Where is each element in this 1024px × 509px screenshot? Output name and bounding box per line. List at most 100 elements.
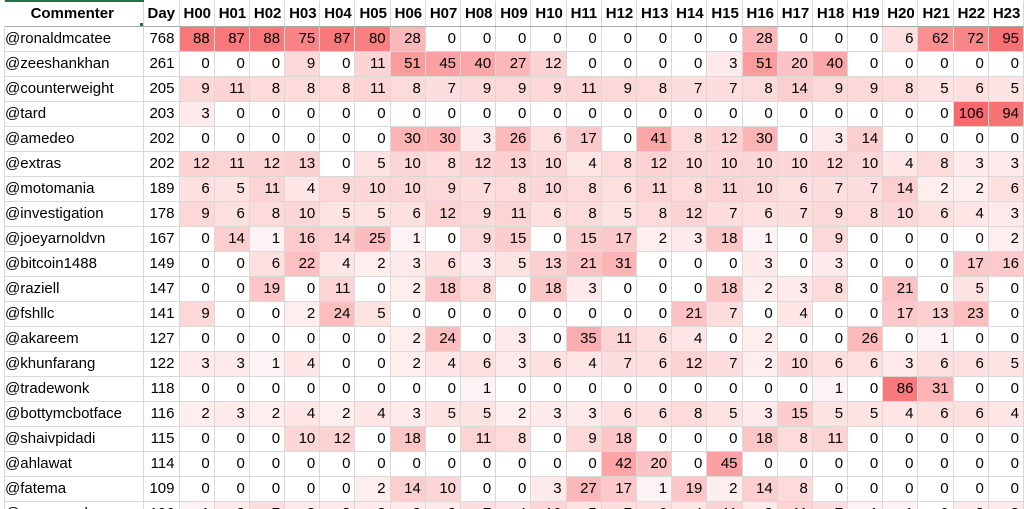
heat-cell-h16[interactable]: 3 — [742, 501, 778, 509]
heat-cell-h06[interactable]: 6 — [390, 201, 426, 227]
heat-cell-h01[interactable]: 0 — [214, 426, 250, 452]
column-header-h12[interactable]: H12 — [601, 1, 637, 27]
heat-cell-h05[interactable]: 10 — [354, 176, 391, 202]
column-header-h22[interactable]: H22 — [953, 1, 989, 27]
heat-cell-h13[interactable]: 0 — [636, 251, 673, 277]
heat-cell-h03[interactable]: 75 — [284, 26, 321, 52]
heat-cell-h18[interactable]: 12 — [812, 151, 849, 177]
heat-cell-h09[interactable]: 8 — [495, 426, 532, 452]
heat-cell-h19[interactable]: 26 — [847, 326, 884, 352]
heat-cell-h16[interactable]: 28 — [742, 26, 778, 52]
heat-cell-h22[interactable]: 106 — [953, 101, 989, 127]
heat-cell-h00[interactable]: 0 — [179, 451, 215, 477]
heat-cell-h23[interactable]: 3 — [988, 201, 1024, 227]
heat-cell-h18[interactable]: 8 — [812, 276, 849, 302]
heat-cell-h05[interactable]: 0 — [354, 276, 391, 302]
heat-cell-h05[interactable]: 2 — [354, 251, 391, 277]
heat-cell-h05[interactable]: 2 — [354, 476, 391, 502]
column-header-h01[interactable]: H01 — [214, 1, 250, 27]
heat-cell-h02[interactable]: 88 — [249, 26, 286, 52]
heat-cell-h13[interactable]: 6 — [636, 501, 673, 509]
heat-cell-h14[interactable]: 4 — [671, 326, 708, 352]
heat-cell-h12[interactable]: 5 — [601, 201, 637, 227]
heat-cell-h17[interactable]: 0 — [777, 451, 813, 477]
heat-cell-h10[interactable]: 6 — [530, 201, 567, 227]
heat-cell-h18[interactable]: 0 — [812, 326, 849, 352]
heat-cell-h18[interactable]: 0 — [812, 301, 849, 327]
heat-cell-h15[interactable]: 5 — [706, 401, 743, 427]
heat-cell-h08[interactable]: 0 — [460, 476, 497, 502]
heat-cell-h05[interactable]: 0 — [354, 451, 391, 477]
heat-cell-h21[interactable]: 8 — [917, 151, 954, 177]
heat-cell-h21[interactable]: 0 — [917, 276, 954, 302]
heat-cell-h18[interactable]: 3 — [812, 126, 849, 152]
heat-cell-h00[interactable]: 0 — [179, 126, 215, 152]
day-total-cell[interactable]: 202 — [143, 151, 180, 177]
heat-cell-h15[interactable]: 11 — [706, 501, 743, 509]
heat-cell-h05[interactable]: 4 — [354, 401, 391, 427]
commenter-cell[interactable]: @motomania — [1, 176, 144, 202]
day-total-cell[interactable]: 115 — [143, 426, 180, 452]
heat-cell-h07[interactable]: 0 — [425, 26, 462, 52]
heat-cell-h23[interactable]: 0 — [988, 276, 1024, 302]
heat-cell-h12[interactable]: 18 — [601, 426, 637, 452]
heat-cell-h04[interactable]: 0 — [319, 451, 356, 477]
heat-cell-h22[interactable]: 0 — [953, 126, 989, 152]
heat-cell-h02[interactable]: 2 — [249, 401, 286, 427]
heat-cell-h02[interactable]: 8 — [249, 201, 286, 227]
heat-cell-h20[interactable]: 4 — [882, 401, 919, 427]
heat-cell-h02[interactable]: 0 — [249, 476, 286, 502]
commenter-cell[interactable]: @bottymcbotface — [1, 401, 144, 427]
heat-cell-h08[interactable]: 0 — [460, 301, 497, 327]
heat-cell-h18[interactable]: 6 — [812, 351, 849, 377]
heat-cell-h23[interactable]: 0 — [988, 326, 1024, 352]
heat-cell-h08[interactable]: 0 — [460, 451, 497, 477]
column-header-h05[interactable]: H05 — [354, 1, 391, 27]
heat-cell-h17[interactable]: 11 — [777, 501, 813, 509]
heat-cell-h20[interactable]: 86 — [882, 376, 919, 402]
heat-cell-h18[interactable]: 9 — [812, 226, 849, 252]
heat-cell-h06[interactable]: 0 — [390, 376, 426, 402]
heat-cell-h08[interactable]: 0 — [460, 26, 497, 52]
heat-cell-h21[interactable]: 0 — [917, 451, 954, 477]
heat-cell-h19[interactable]: 0 — [847, 476, 884, 502]
heat-cell-h08[interactable]: 12 — [460, 151, 497, 177]
heat-cell-h04[interactable]: 0 — [319, 376, 356, 402]
heat-cell-h19[interactable]: 6 — [847, 351, 884, 377]
heat-cell-h13[interactable]: 8 — [636, 76, 673, 102]
heat-cell-h00[interactable]: 12 — [179, 151, 215, 177]
heat-cell-h09[interactable]: 0 — [495, 26, 532, 52]
heat-cell-h02[interactable]: 7 — [249, 501, 286, 509]
heat-cell-h22[interactable]: 0 — [953, 476, 989, 502]
heat-cell-h15[interactable]: 2 — [706, 476, 743, 502]
heat-cell-h16[interactable]: 0 — [742, 376, 778, 402]
heat-cell-h05[interactable]: 0 — [354, 426, 391, 452]
column-header-h18[interactable]: H18 — [812, 1, 849, 27]
heat-cell-h21[interactable]: 2 — [917, 176, 954, 202]
heat-cell-h04[interactable]: 0 — [319, 326, 356, 352]
heat-cell-h14[interactable]: 3 — [671, 226, 708, 252]
heat-cell-h01[interactable]: 0 — [214, 376, 250, 402]
heat-cell-h16[interactable]: 3 — [742, 251, 778, 277]
heat-cell-h23[interactable]: 0 — [988, 126, 1024, 152]
heat-cell-h18[interactable]: 11 — [812, 426, 849, 452]
heat-cell-h15[interactable]: 45 — [706, 451, 743, 477]
day-total-cell[interactable]: 106 — [143, 501, 180, 509]
heat-cell-h15[interactable]: 7 — [706, 351, 743, 377]
heat-cell-h23[interactable]: 16 — [988, 251, 1024, 277]
heat-cell-h09[interactable]: 15 — [495, 226, 532, 252]
day-total-cell[interactable]: 127 — [143, 326, 180, 352]
heat-cell-h12[interactable]: 0 — [601, 276, 637, 302]
heat-cell-h07[interactable]: 9 — [425, 176, 462, 202]
heat-cell-h02[interactable]: 0 — [249, 376, 286, 402]
heat-cell-h13[interactable]: 8 — [636, 201, 673, 227]
heat-cell-h02[interactable]: 0 — [249, 101, 286, 127]
heat-cell-h19[interactable]: 10 — [847, 151, 884, 177]
heat-cell-h13[interactable]: 11 — [636, 176, 673, 202]
heat-cell-h09[interactable]: 0 — [495, 376, 532, 402]
heat-cell-h02[interactable]: 8 — [249, 76, 286, 102]
heat-cell-h15[interactable]: 0 — [706, 376, 743, 402]
heat-cell-h04[interactable]: 14 — [319, 226, 356, 252]
heat-cell-h13[interactable]: 0 — [636, 276, 673, 302]
heat-cell-h03[interactable]: 0 — [284, 101, 321, 127]
